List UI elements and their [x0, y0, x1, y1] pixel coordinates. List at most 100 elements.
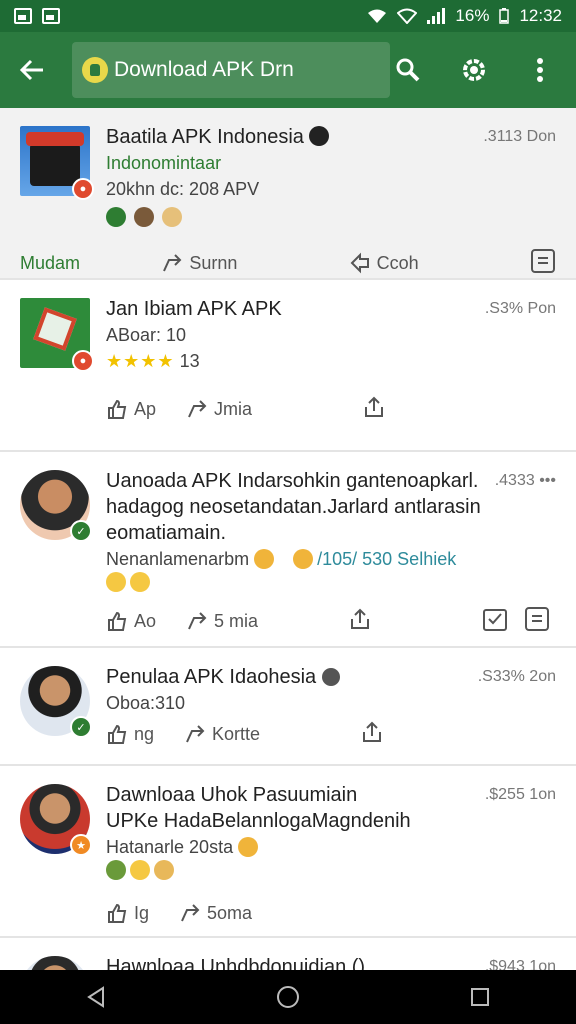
battery-icon [499, 8, 510, 24]
emoji-icon [293, 549, 314, 569]
upload-button[interactable] [362, 395, 386, 424]
search-button[interactable] [390, 52, 426, 88]
action-share[interactable]: Kortte [184, 723, 260, 745]
upload-button[interactable] [360, 720, 384, 749]
list-item[interactable]: ✓ .S33% 2on Penulaa APK Idaohesia Oboa:3… [0, 648, 576, 766]
triangle-back-icon [87, 986, 104, 1008]
arrow-back-icon [19, 59, 43, 81]
verified-icon [309, 126, 330, 146]
bookmark-box-icon [525, 606, 550, 631]
forward-icon [350, 252, 369, 274]
item-title: Baatila APK Indonesia [106, 124, 486, 150]
item-meta: Nenanlamenarbm /105/ 530 Selhiek [106, 549, 457, 569]
share-arrow-icon [188, 400, 207, 418]
nav-home-button[interactable] [258, 970, 318, 1024]
item-title: Penulaa APK Idaohesia [106, 664, 486, 690]
search-field[interactable]: Download APK Drn [72, 42, 390, 98]
upload-icon [351, 608, 370, 629]
timestamp: .S33% 2on [477, 668, 556, 685]
upload-button[interactable] [348, 607, 372, 636]
action-forward[interactable]: Ccoh [349, 252, 419, 274]
timestamp: .4333 ••• [494, 472, 556, 489]
app-thumbnail: ● [20, 298, 94, 372]
list-item[interactable]: ★ .$255 1on Dawnloaa Uhok Pasuumiain UPK… [0, 766, 576, 938]
notification-image-icon [14, 8, 32, 24]
emoji-icon [238, 837, 259, 857]
upload-icon [365, 396, 384, 417]
thumbs-up-icon [108, 724, 127, 744]
list-item[interactable]: ✓ .4333 ••• Uanoada APK Indarsohkin gant… [0, 452, 576, 648]
thumbs-up-icon [108, 399, 127, 419]
app-thumbnail: ● [20, 126, 94, 200]
check-box-icon [483, 608, 508, 631]
search-icon [396, 58, 420, 82]
reaction-icons [106, 860, 486, 888]
emoji-icon [254, 549, 275, 569]
list-item[interactable]: ● .3113 Don Baatila APK Indonesia Indono… [0, 108, 576, 280]
share-arrow-icon [186, 725, 205, 743]
list-item[interactable]: .$943 1on Hawnloaa.Unhdbdonuidian () [0, 938, 576, 970]
action-like[interactable]: Ap [106, 398, 156, 420]
share-arrow-icon [181, 904, 200, 922]
lock-icon [82, 57, 108, 83]
item-meta: 20khn dc: 208 APV [106, 179, 260, 199]
item-subtitle: Indonomintaar [106, 153, 222, 173]
status-bar: 16% 12:32 [0, 0, 576, 32]
action-share[interactable]: 5 mia [186, 610, 258, 632]
item-line3: eomatiamain. [106, 522, 227, 544]
thumbs-up-icon [108, 611, 127, 631]
star-rating-icon: ★★★★ [106, 351, 175, 371]
save-button[interactable] [530, 248, 556, 279]
overflow-menu-button[interactable] [522, 52, 558, 88]
system-nav-bar [0, 970, 576, 1024]
result-list: ● .3113 Don Baatila APK Indonesia Indono… [0, 108, 576, 970]
avatar: ★ [20, 784, 92, 856]
gear-icon [463, 59, 485, 81]
share-arrow-icon [163, 254, 182, 272]
avatar [20, 956, 90, 970]
circle-home-icon [277, 986, 299, 1008]
action-like[interactable]: ng [106, 723, 154, 745]
person-icon [321, 668, 340, 686]
status-badge: ✓ [70, 716, 92, 738]
action-primary[interactable]: Mudam [20, 253, 80, 274]
item-actions: Ig 5oma [106, 888, 556, 938]
action-share[interactable]: 5oma [179, 902, 252, 924]
action-like[interactable]: Ao [106, 610, 156, 632]
settings-button[interactable] [456, 52, 492, 88]
share-arrow-icon [188, 612, 207, 630]
wifi-secondary-icon [397, 8, 418, 24]
status-badge: ✓ [70, 520, 92, 542]
notification-gallery-icon [42, 8, 60, 24]
status-badge: ● [72, 350, 94, 372]
item-meta: Hatanarle 20sta [106, 834, 486, 860]
timestamp: .$255 1on [484, 786, 556, 803]
square-recents-icon [471, 988, 489, 1006]
item-title: Hawnloaa.Unhdbdonuidian () [106, 956, 366, 970]
action-share[interactable]: Surnn [161, 252, 237, 274]
status-badge: ★ [70, 834, 92, 856]
thumbs-up-icon [108, 903, 127, 923]
item-title: Jan Ibiam APK APK [106, 298, 282, 320]
avatar: ✓ [20, 470, 92, 542]
action-share[interactable]: Jmia [186, 398, 252, 420]
item-link[interactable]: /105/ 530 Selhiek [317, 549, 456, 569]
item-title: Dawnloaa Uhok Pasuumiain [106, 784, 358, 806]
check-box-button[interactable] [482, 606, 508, 637]
list-item[interactable]: ● .S3% Pon Jan Ibiam APK APK ABoar: 10 ★… [0, 280, 576, 452]
more-vert-icon [537, 58, 543, 82]
item-actions: Ap Jmia [106, 384, 556, 434]
item-meta: Oboa:310 [106, 693, 186, 713]
upload-icon [363, 721, 382, 742]
item-actions: Ao 5 mia [106, 596, 556, 646]
nav-recents-button[interactable] [450, 970, 510, 1024]
item-meta: ABoar: 10 [106, 325, 187, 345]
nav-back-button[interactable] [66, 970, 126, 1024]
wifi-icon [368, 9, 387, 23]
action-like[interactable]: Ig [106, 902, 149, 924]
reaction-icons [106, 572, 556, 596]
save-button[interactable] [524, 606, 550, 637]
search-query: Download APK Drn [114, 58, 294, 81]
back-button[interactable] [12, 50, 52, 90]
item-line2: UPKe HadaBelannlogaMagndenih [106, 810, 411, 832]
